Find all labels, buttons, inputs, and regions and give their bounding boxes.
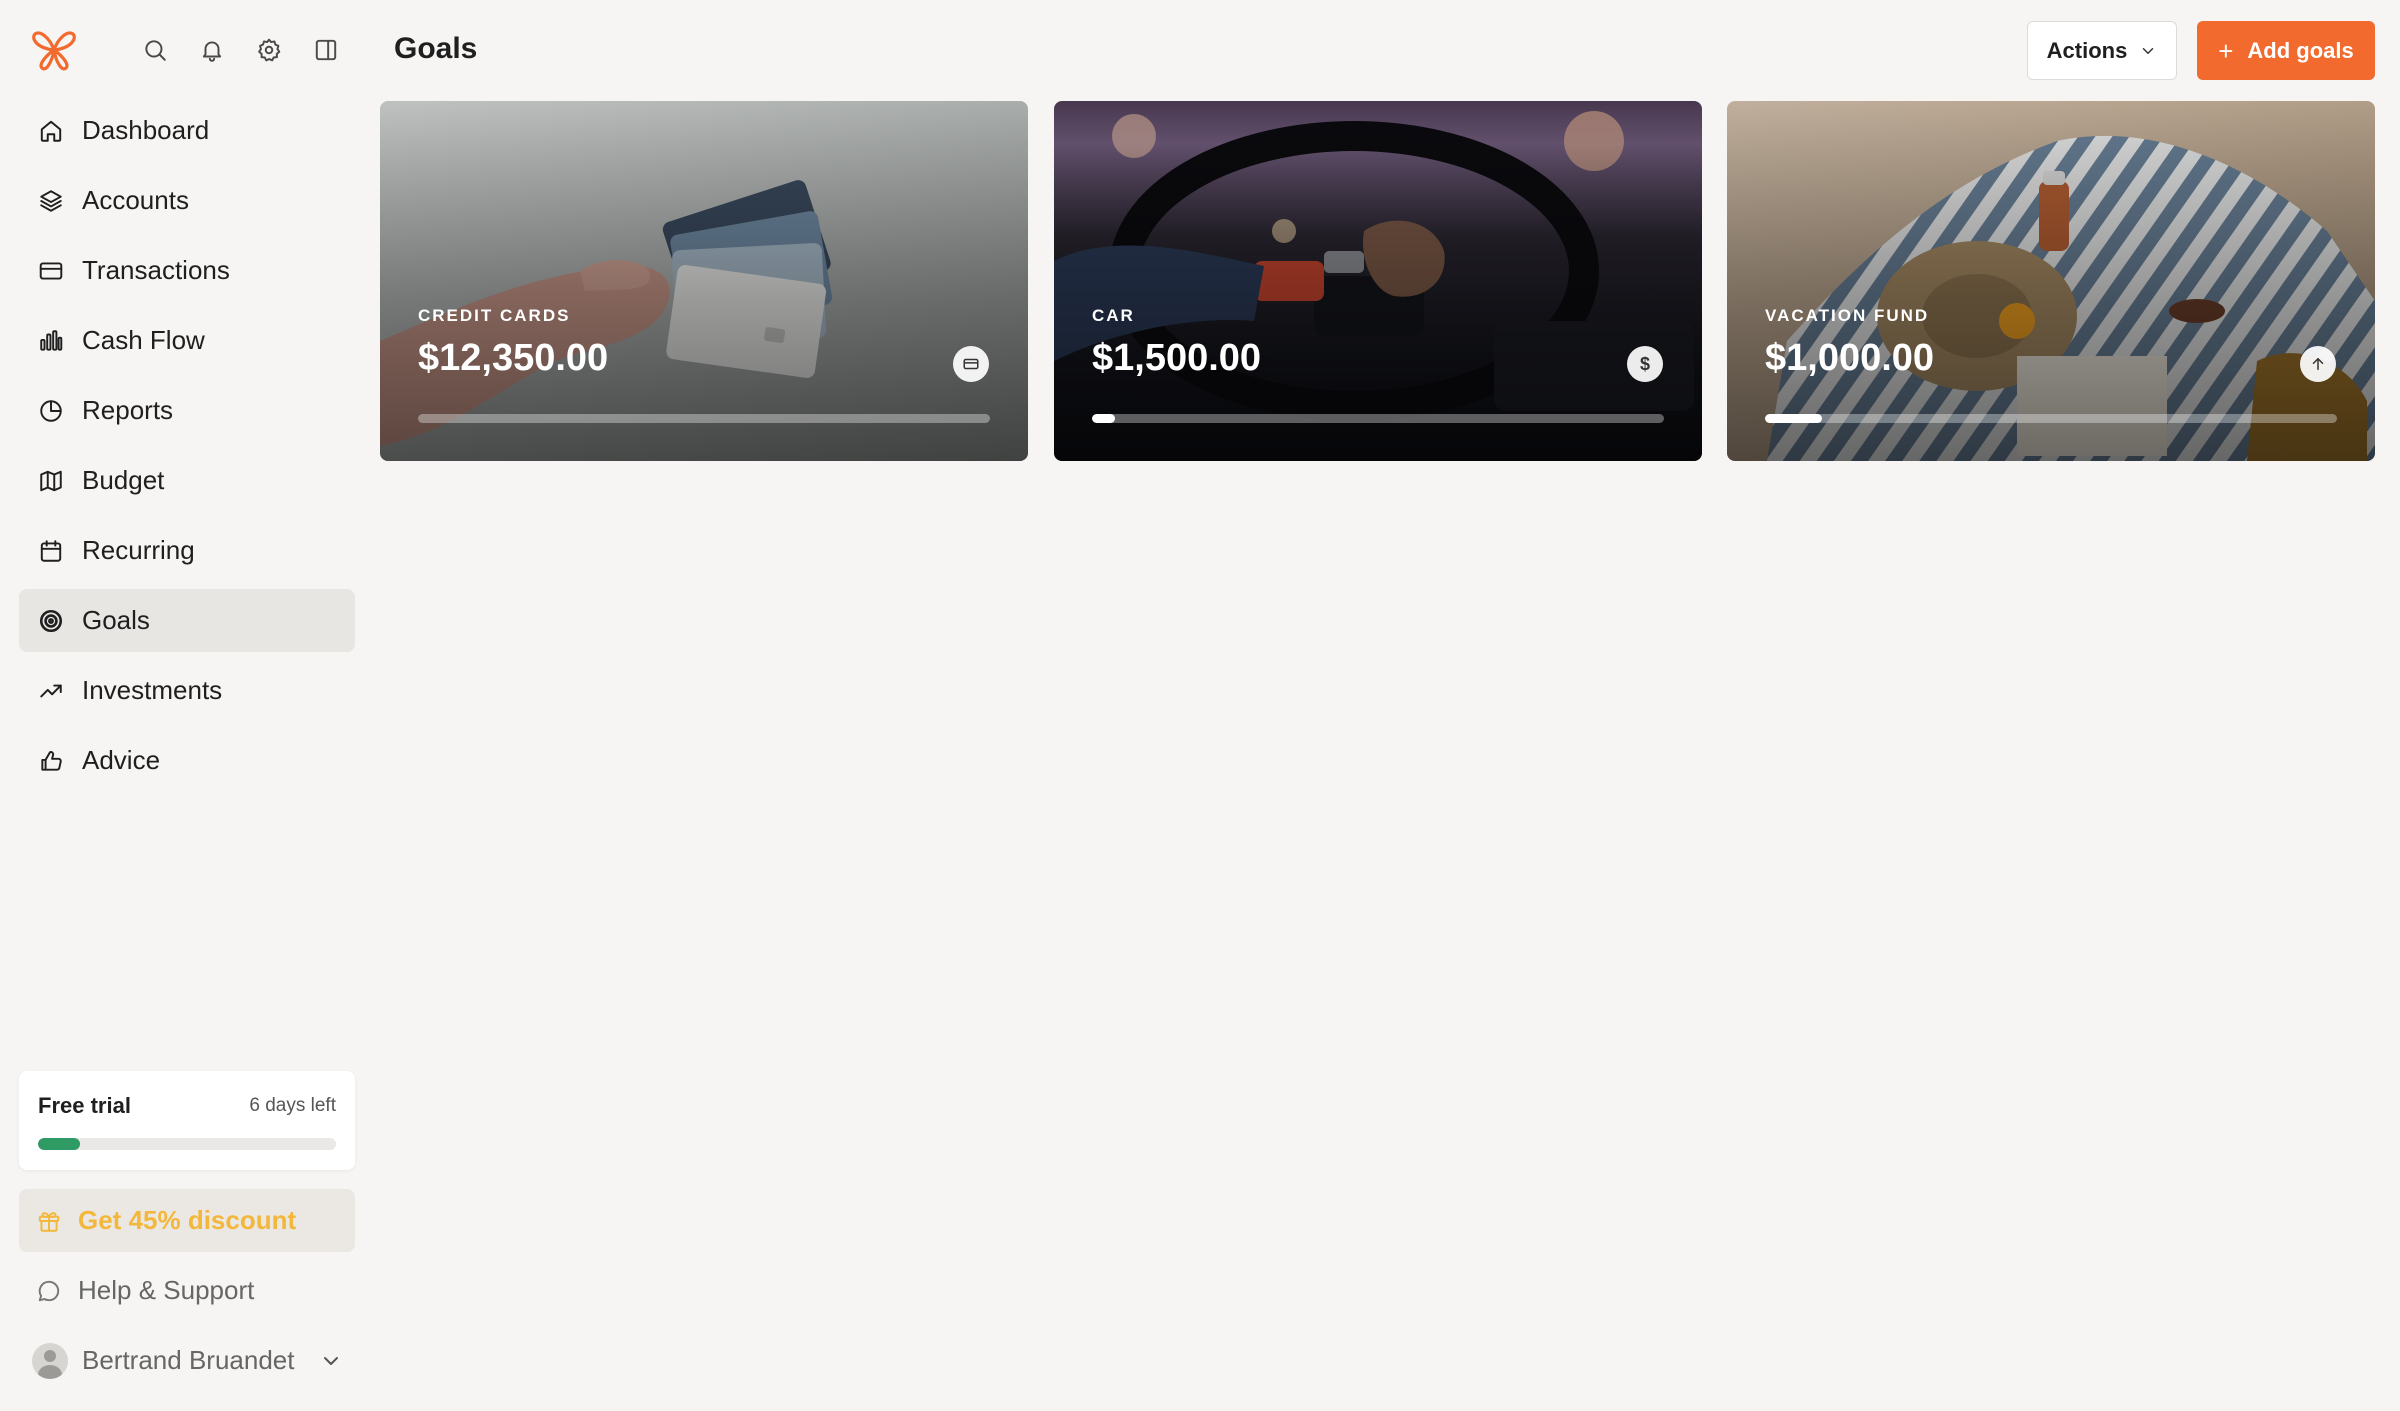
sidebar-item-label: Dashboard [82, 115, 210, 145]
goal-category: VACATION FUND [1765, 306, 1930, 325]
discount-button[interactable]: Get 45% discount [19, 1189, 355, 1252]
sidebar-item-label: Cash Flow [82, 325, 205, 355]
credit-card-icon [36, 256, 66, 286]
arrow-up-icon [2300, 346, 2336, 382]
plus-icon: + [2218, 35, 2234, 66]
goal-progress-fill [1092, 414, 1115, 423]
chat-bubble-icon [38, 1280, 60, 1301]
user-menu[interactable]: Bertrand Bruandet [19, 1329, 355, 1392]
goal-card-overlay [380, 101, 1028, 461]
trial-title: Free trial [38, 1093, 131, 1118]
butterfly-logo-icon [32, 31, 76, 71]
pie-chart-icon [36, 396, 66, 426]
goal-progress-bar [1092, 414, 1664, 423]
add-goals-label: Add goals [2247, 37, 2354, 63]
goal-category: CREDIT CARDS [418, 306, 571, 325]
credit-card-icon [953, 346, 989, 382]
sidebar-item-goals[interactable]: Goals [19, 589, 355, 652]
sidebar-nav: Dashboard Accounts Transactions Cash Flo… [19, 99, 355, 799]
page-title: Goals [394, 32, 478, 65]
logo[interactable] [28, 24, 80, 76]
bar-chart-icon [36, 326, 66, 356]
map-icon [36, 466, 66, 496]
target-icon [36, 606, 66, 636]
trial-progress-bar [38, 1138, 336, 1150]
help-label: Help & Support [78, 1275, 255, 1305]
sidebar-item-recurring[interactable]: Recurring [19, 519, 355, 582]
sidebar-item-label: Budget [82, 465, 165, 495]
actions-dropdown-button[interactable]: Actions [2027, 21, 2177, 80]
sidebar-item-accounts[interactable]: Accounts [19, 169, 355, 232]
sidebar-item-label: Reports [82, 395, 174, 425]
bell-icon[interactable] [196, 34, 228, 66]
help-support-link[interactable]: Help & Support [19, 1259, 355, 1322]
sidebar-item-label: Advice [82, 745, 161, 775]
sidebar-toggle-icon[interactable] [310, 34, 342, 66]
sidebar-item-cash-flow[interactable]: Cash Flow [19, 309, 355, 372]
free-trial-card: Free trial 6 days left [19, 1071, 355, 1170]
goal-card-overlay [1727, 101, 2375, 461]
goal-category: CAR [1092, 306, 1135, 325]
chevron-down-icon [2143, 47, 2154, 54]
goal-progress-bar [1765, 414, 2337, 423]
sidebar-top-bar [24, 24, 364, 76]
user-name: Bertrand Bruandet [82, 1345, 295, 1375]
sidebar-item-label: Goals [82, 605, 150, 635]
sidebar-item-reports[interactable]: Reports [19, 379, 355, 442]
goal-amount: $1,000.00 [1765, 337, 1935, 379]
goal-progress-bar [418, 414, 990, 423]
chevron-down-icon [319, 1349, 343, 1373]
search-icon[interactable] [139, 34, 171, 66]
avatar [32, 1342, 68, 1379]
goal-card-credit-cards[interactable]: CREDIT CARDS $12,350.00 [380, 101, 1028, 461]
add-goals-button[interactable]: + Add goals [2197, 21, 2375, 80]
sidebar-item-label: Transactions [82, 255, 230, 285]
goal-amount: $12,350.00 [418, 337, 609, 379]
gear-icon[interactable] [253, 34, 285, 66]
goal-card-vacation-fund[interactable]: VACATION FUND $1,000.00 [1727, 101, 2375, 461]
sidebar-item-transactions[interactable]: Transactions [19, 239, 355, 302]
sidebar-item-label: Accounts [82, 185, 189, 215]
dollar-icon: $ [1627, 346, 1663, 382]
goal-card-car[interactable]: CAR $1,500.00 $ [1054, 101, 1702, 461]
goal-card-overlay [1054, 101, 1702, 461]
sidebar-item-dashboard[interactable]: Dashboard [19, 99, 355, 162]
goal-amount: $1,500.00 [1092, 337, 1262, 379]
sidebar-item-budget[interactable]: Budget [19, 449, 355, 512]
goal-progress-fill [1765, 414, 1823, 423]
discount-label: Get 45% discount [78, 1205, 297, 1235]
sidebar-item-label: Investments [82, 675, 223, 705]
sidebar-item-investments[interactable]: Investments [19, 659, 355, 722]
home-icon [36, 116, 66, 146]
trending-up-icon [36, 676, 66, 706]
actions-label: Actions [2046, 37, 2128, 63]
sidebar-item-label: Recurring [82, 535, 195, 565]
sidebar-item-advice[interactable]: Advice [19, 729, 355, 792]
thumbs-up-icon [36, 746, 66, 776]
sidebar: Dashboard Accounts Transactions Cash Flo… [0, 0, 370, 1411]
trial-progress-fill [38, 1138, 80, 1150]
gift-icon [38, 1211, 60, 1232]
trial-days-left: 6 days left [249, 1095, 336, 1116]
layers-icon [36, 186, 66, 216]
calendar-icon [36, 536, 66, 566]
